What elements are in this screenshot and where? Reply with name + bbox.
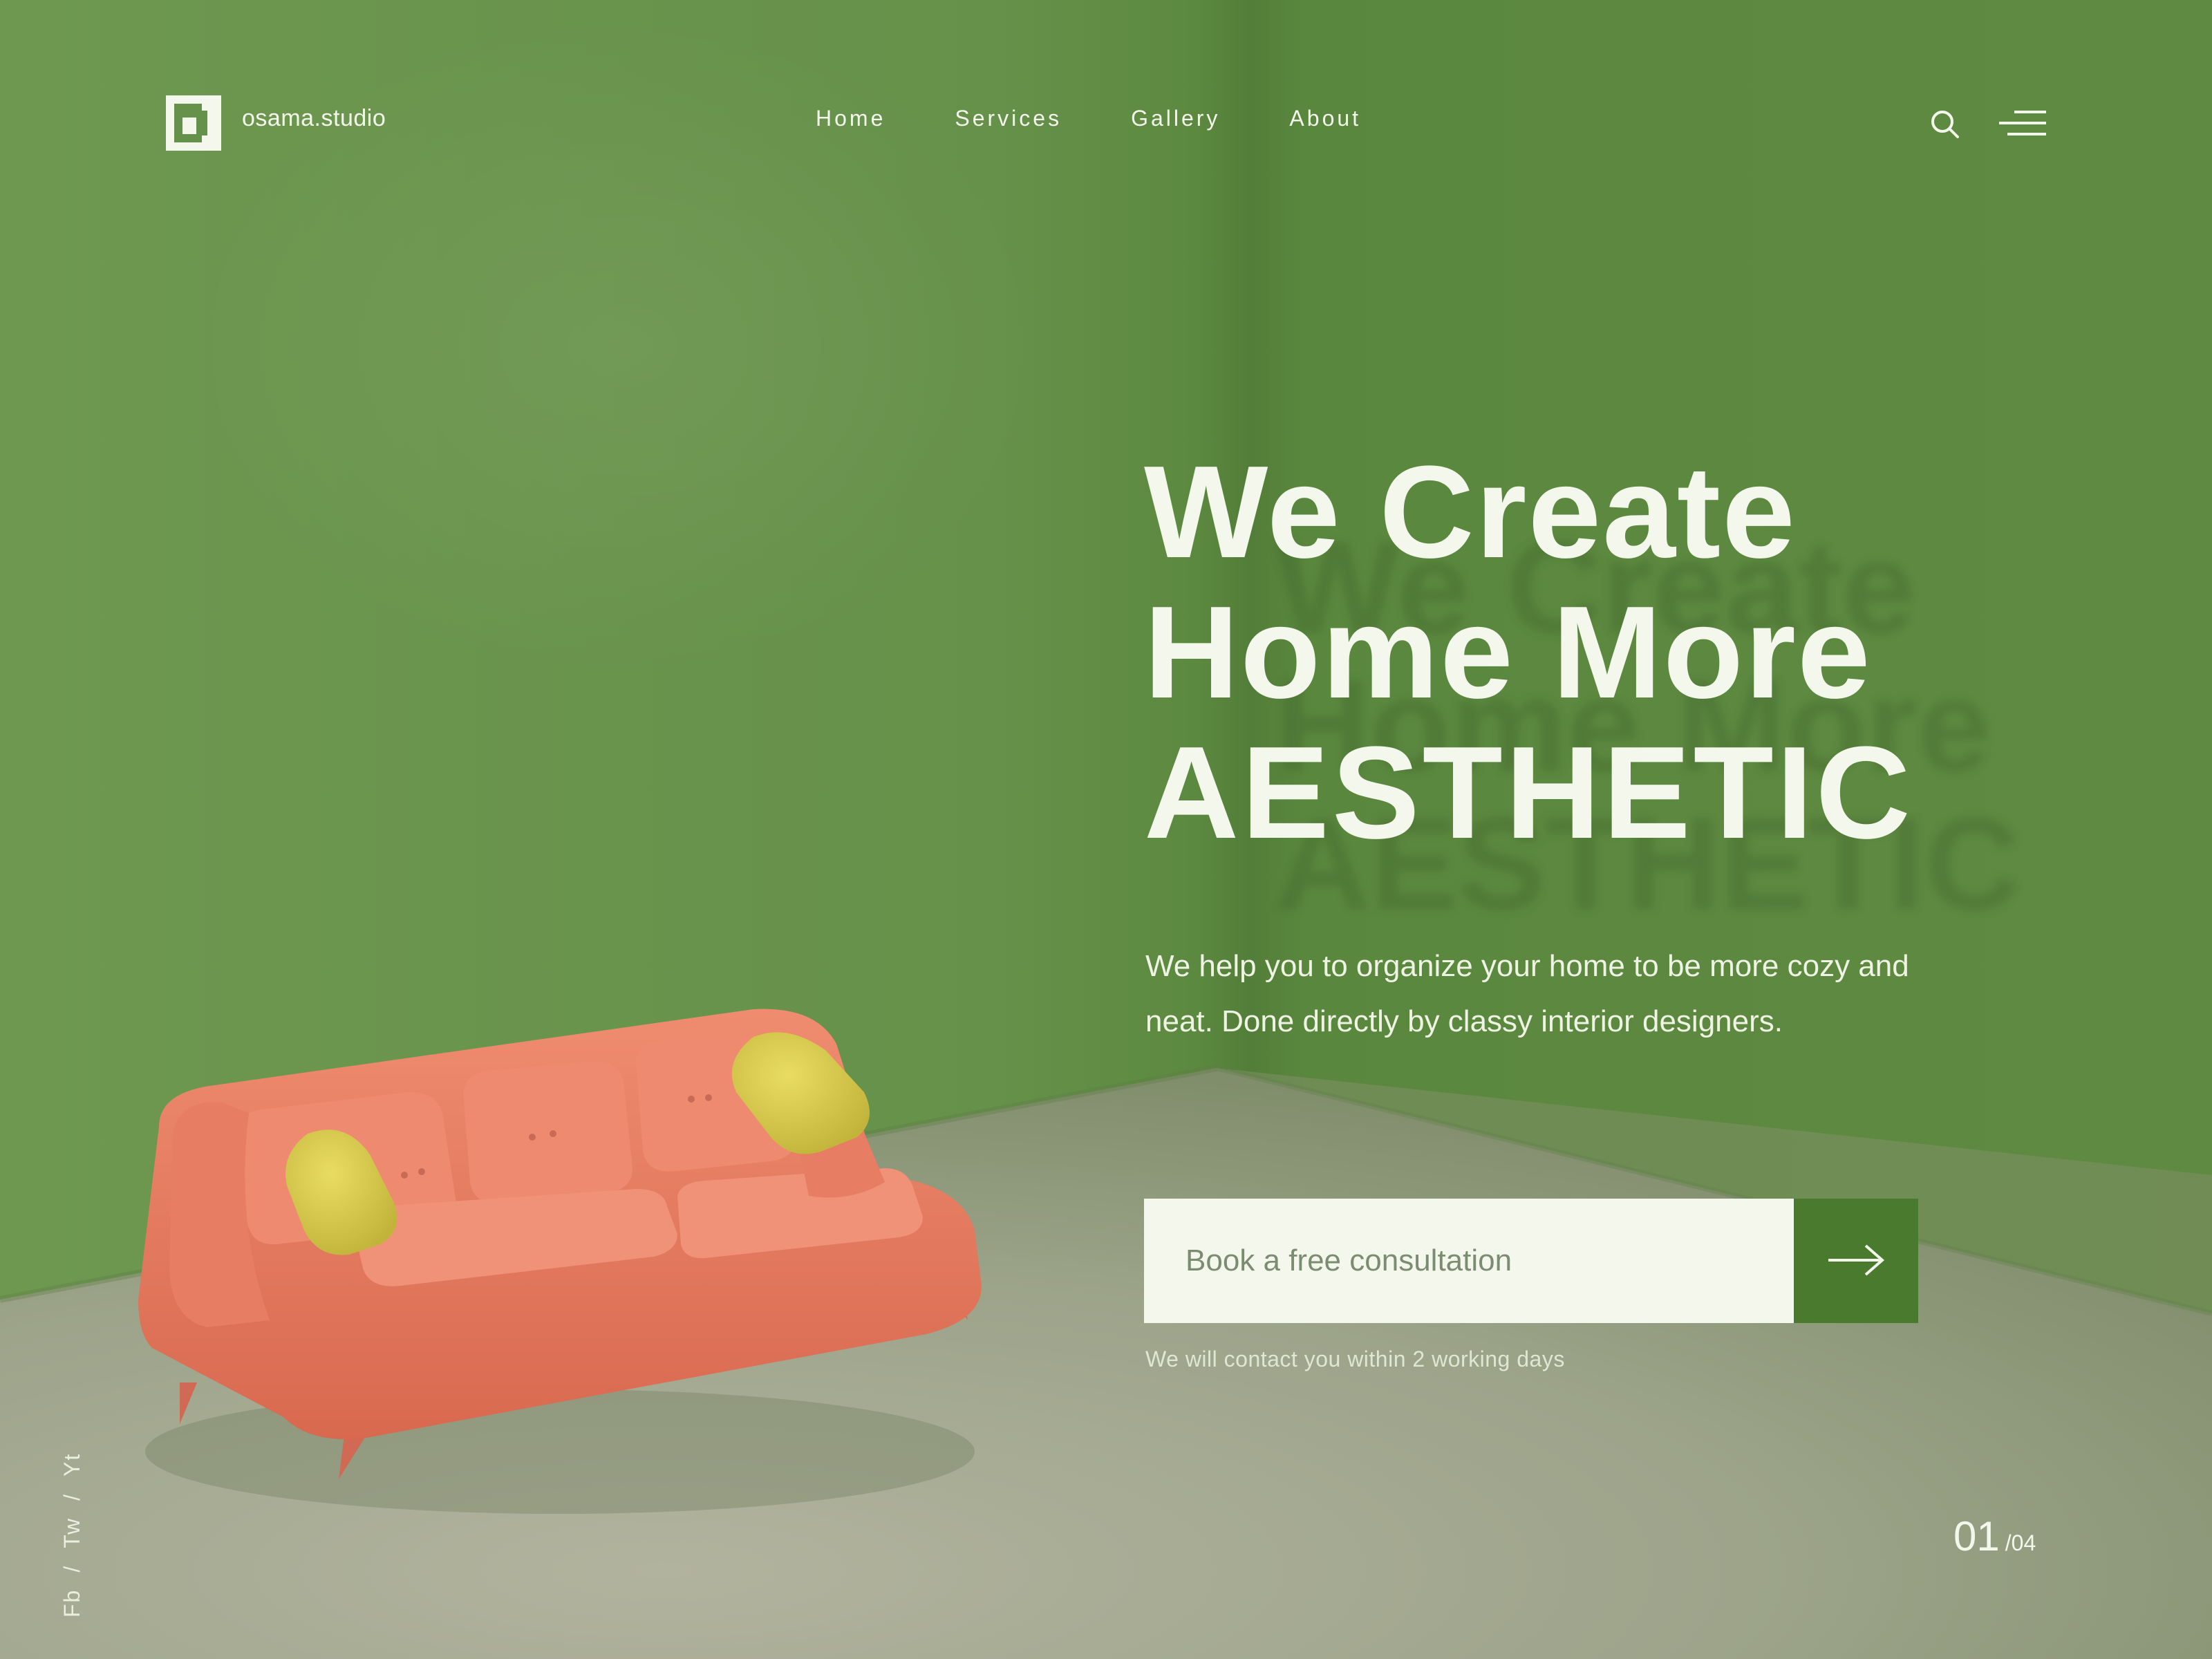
social-link-youtube[interactable]: Yt [59, 1453, 85, 1477]
headline-line-1: We Create [1144, 439, 1797, 585]
hero-headline: We Create Home More AESTHETIC [1144, 442, 2043, 863]
social-link-twitter[interactable]: Tw [59, 1517, 85, 1548]
slide-pager: 01/04 [1953, 1512, 2036, 1560]
social-links: Fb / Tw / Yt [59, 1453, 85, 1618]
search-icon[interactable] [1929, 108, 1962, 141]
sofa-illustration [131, 995, 988, 1521]
nav-item-about[interactable]: About [1289, 106, 1361, 131]
nav-item-home[interactable]: Home [816, 106, 885, 131]
headline-line-2: Home More [1144, 579, 1872, 726]
social-link-facebook[interactable]: Fb [59, 1589, 85, 1618]
social-separator: / [59, 1564, 84, 1573]
brand-name[interactable]: osama.studio [242, 105, 386, 132]
hero-section: We Create Home More AESTHETIC We Create … [1144, 442, 2043, 1396]
booking-form [1144, 1199, 1918, 1323]
submit-button[interactable] [1794, 1199, 1918, 1323]
consultation-input[interactable] [1144, 1199, 1794, 1323]
contact-note: We will contact you within 2 working day… [1145, 1347, 1565, 1371]
arrow-right-icon [1827, 1243, 1885, 1280]
main-nav: Home Services Gallery About [816, 106, 1361, 131]
site-header: osama.studio Home Services Gallery About [0, 0, 2212, 249]
nav-item-services[interactable]: Services [955, 106, 1062, 131]
nav-item-gallery[interactable]: Gallery [1131, 106, 1220, 131]
pager-current: 01 [1953, 1513, 2000, 1559]
hero-description: We help you to organize your home to be … [1145, 949, 1909, 1038]
hamburger-menu-icon[interactable] [1998, 108, 2047, 142]
pager-total: /04 [2005, 1530, 2036, 1555]
social-separator: / [59, 1492, 84, 1501]
brand-logo-icon[interactable] [166, 95, 221, 151]
headline-line-3: AESTHETIC [1144, 720, 1913, 866]
